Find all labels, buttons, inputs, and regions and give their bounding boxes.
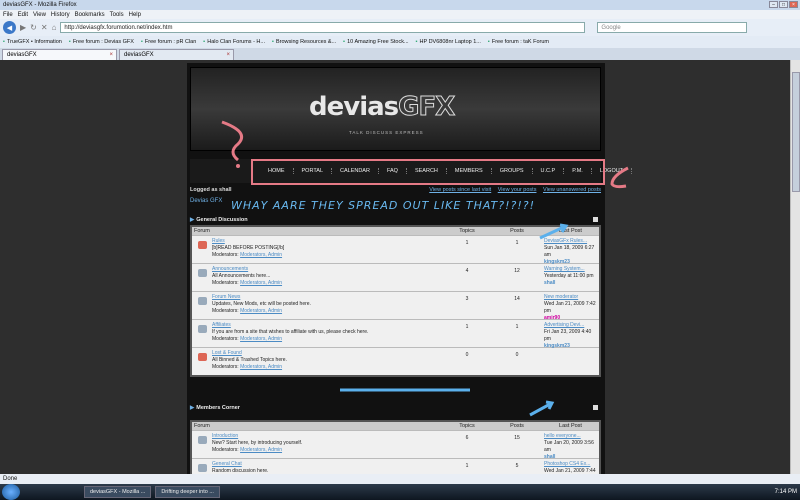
- annotation-question-mark: [221, 120, 243, 162]
- taskbar: deviasGFX - Mozilla ... Drifting deeper …: [0, 484, 800, 500]
- home-icon[interactable]: ⌂: [52, 23, 57, 32]
- annotation-highlight-box: [251, 159, 605, 185]
- menu-bookmarks[interactable]: Bookmarks: [75, 12, 105, 18]
- annotation-overlay: [221, 120, 629, 417]
- scroll-thumb[interactable]: [792, 72, 800, 192]
- bookmark-item[interactable]: TrueGFX • Information: [3, 39, 62, 45]
- search-input[interactable]: Google: [597, 22, 748, 33]
- bookmark-item[interactable]: Halo Clan Forums - H...: [203, 39, 265, 45]
- menu-edit[interactable]: Edit: [18, 12, 28, 18]
- tab-label: deviasGFX: [7, 52, 37, 58]
- taskbar-item-firefox[interactable]: deviasGFX - Mozilla ...: [84, 486, 152, 498]
- annotation-arrow-top: [539, 223, 569, 240]
- annotation-dot: [236, 164, 240, 168]
- url-text: http://deviasgfx.forumotion.net/index.ht…: [64, 24, 173, 31]
- window-controls: – □ ×: [769, 1, 798, 8]
- clock: 7:14 PM: [774, 489, 797, 495]
- annotation-arrow-bottom: [529, 400, 555, 417]
- search-placeholder: Google: [601, 24, 621, 31]
- vertical-scrollbar[interactable]: [790, 60, 800, 474]
- forward-icon[interactable]: ▶: [20, 23, 26, 32]
- bookmark-item[interactable]: Free forum : taK Forum: [488, 39, 549, 45]
- annotation-curve: [610, 166, 629, 189]
- window-title: deviasGFX - Mozilla Firefox: [3, 2, 77, 8]
- bookmark-item[interactable]: Browsing Resources &...: [272, 39, 336, 45]
- menu-help[interactable]: Help: [129, 12, 141, 18]
- menu-tools[interactable]: Tools: [110, 12, 124, 18]
- close-button[interactable]: ×: [789, 1, 798, 8]
- taskbar-item-other[interactable]: Drifting deeper into ...: [155, 486, 220, 498]
- reload-icon[interactable]: ↻: [30, 23, 37, 32]
- menu-bar: File Edit View History Bookmarks Tools H…: [0, 10, 800, 19]
- bookmark-item[interactable]: HP DV6808nr Laptop 1...: [416, 39, 481, 45]
- maximize-button[interactable]: □: [779, 1, 788, 8]
- tab-strip: deviasGFX × deviasGFX ×: [0, 48, 800, 60]
- menu-file[interactable]: File: [3, 12, 13, 18]
- close-tab-icon[interactable]: ×: [109, 52, 113, 58]
- tab-deviasgfx-active[interactable]: deviasGFX ×: [2, 49, 117, 60]
- close-tab-icon[interactable]: ×: [226, 52, 230, 58]
- bookmark-item[interactable]: Free forum : pR Clan: [141, 39, 196, 45]
- navigation-toolbar: ◀ ▶ ↻ ✕ ⌂ http://deviasgfx.forumotion.ne…: [0, 19, 800, 36]
- tab-label: deviasGFX: [124, 52, 154, 58]
- stop-icon[interactable]: ✕: [41, 23, 48, 32]
- start-button[interactable]: [2, 484, 20, 500]
- menu-view[interactable]: View: [33, 12, 46, 18]
- bookmark-item[interactable]: Free forum : Devias GFX: [69, 39, 134, 45]
- status-bar: Done: [0, 474, 800, 484]
- page-viewport: deviasGFX TALK DISCUSS EXPRESS HOME PORT…: [0, 60, 800, 474]
- tab-deviasgfx[interactable]: deviasGFX ×: [119, 49, 234, 60]
- bookmark-item[interactable]: 10 Amazing Free Stock...: [343, 39, 408, 45]
- minimize-button[interactable]: –: [769, 1, 778, 8]
- url-input[interactable]: http://deviasgfx.forumotion.net/index.ht…: [60, 22, 586, 33]
- bookmarks-toolbar: TrueGFX • Information Free forum : Devia…: [0, 36, 800, 48]
- status-text: Done: [3, 476, 18, 482]
- annotation-complaint-text: WHAY AARE THEY SPREAD OUT LIKE THAT?!?!?…: [231, 199, 536, 212]
- menu-history[interactable]: History: [51, 12, 70, 18]
- back-icon[interactable]: ◀: [3, 21, 16, 34]
- window-titlebar: deviasGFX - Mozilla Firefox – □ ×: [0, 0, 800, 10]
